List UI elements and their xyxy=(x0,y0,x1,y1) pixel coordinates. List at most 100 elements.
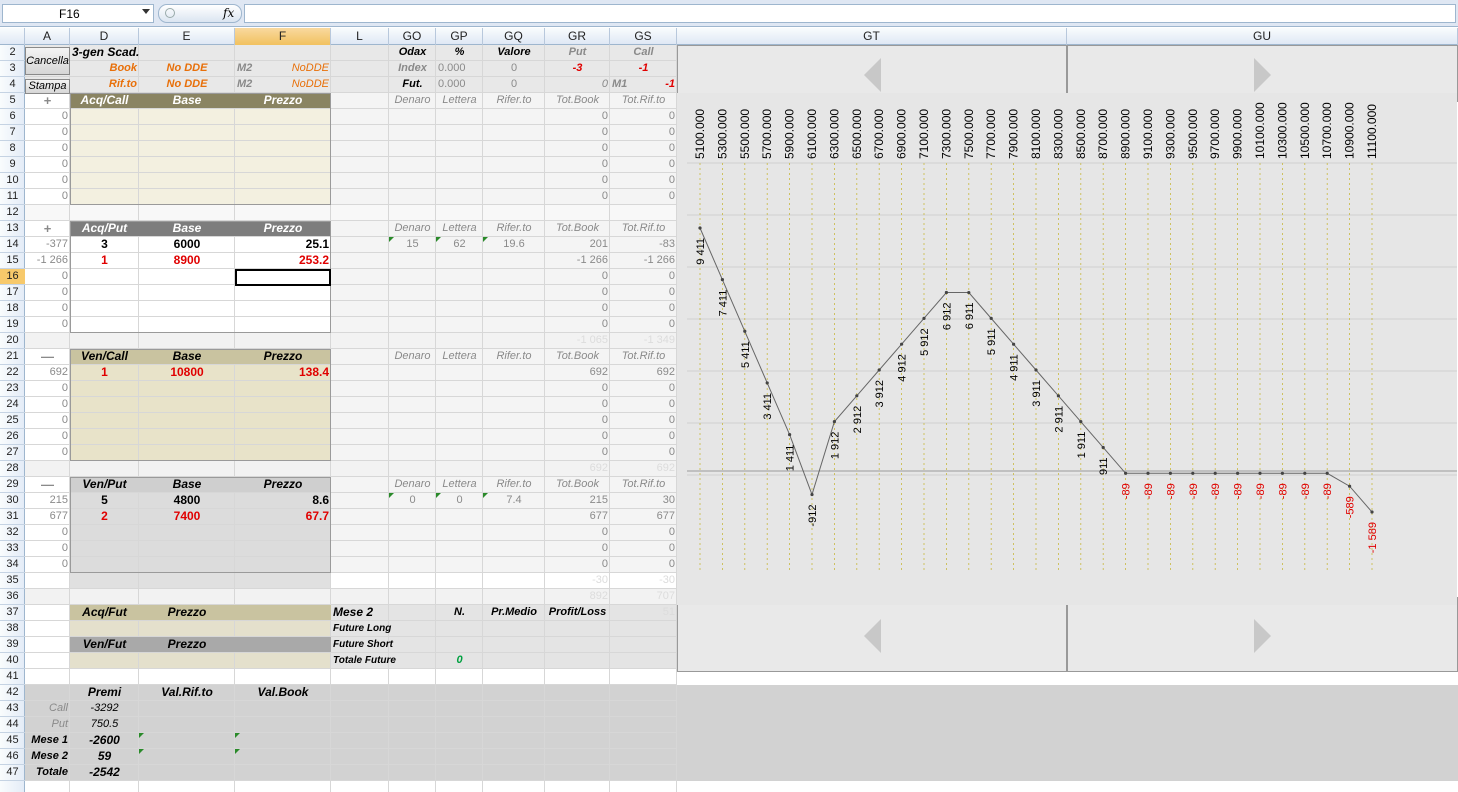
prezzo-value: 138.4 xyxy=(298,365,329,379)
totrif-value: 692 xyxy=(656,366,675,378)
row-header[interactable]: 43 xyxy=(0,701,25,717)
row-header[interactable]: 20 xyxy=(0,333,25,349)
totale-future-value: 0 xyxy=(456,654,463,666)
chart-tick-label: 10700.000 xyxy=(1320,102,1334,159)
chevron-down-icon[interactable] xyxy=(142,9,150,14)
row-header[interactable]: 40 xyxy=(0,653,25,669)
row-header[interactable]: 44 xyxy=(0,717,25,733)
row-header[interactable]: 34 xyxy=(0,557,25,573)
row-header[interactable]: 6 xyxy=(0,109,25,125)
comment-marker xyxy=(235,749,240,754)
totrif-label: Tot.Rif.to xyxy=(621,350,666,362)
chart-data-label: -89 xyxy=(1143,483,1155,499)
row-header[interactable]: 9 xyxy=(0,157,25,173)
scroll-right-button[interactable] xyxy=(1067,597,1458,672)
col-header-GP[interactable]: GP xyxy=(436,28,483,45)
row-header[interactable]: 31 xyxy=(0,509,25,525)
row-header[interactable]: 11 xyxy=(0,189,25,205)
row-header[interactable]: 8 xyxy=(0,141,25,157)
row-header[interactable]: 29 xyxy=(0,477,25,493)
summary-row-label: Mese 2 xyxy=(31,750,68,762)
section-sign-ven_call: — xyxy=(41,349,54,364)
row-header[interactable]: 18 xyxy=(0,301,25,317)
totbook-label: Tot.Book xyxy=(555,94,599,106)
row-header[interactable]: 7 xyxy=(0,125,25,141)
row-header[interactable]: 4 xyxy=(0,77,25,93)
col-header-GO[interactable]: GO xyxy=(389,28,436,45)
row-header[interactable]: 33 xyxy=(0,541,25,557)
chart-data-label: 911 xyxy=(1098,457,1110,475)
cancel-icon[interactable] xyxy=(165,8,175,18)
col-header-GU[interactable]: GU xyxy=(1067,28,1458,45)
name-box[interactable]: F16 xyxy=(2,4,154,23)
chart-point xyxy=(1056,394,1060,398)
selected-cell-F16[interactable] xyxy=(235,269,331,286)
row-header[interactable]: 5 xyxy=(0,93,25,109)
col-header-L[interactable]: L xyxy=(331,28,389,45)
totrif-value: 0 xyxy=(668,286,675,298)
row-header[interactable]: 41 xyxy=(0,669,25,685)
row-header[interactable]: 30 xyxy=(0,493,25,509)
row-header[interactable]: 22 xyxy=(0,365,25,381)
row-header[interactable]: 10 xyxy=(0,173,25,189)
row-header[interactable]: 15 xyxy=(0,253,25,269)
fx-icon[interactable]: fx xyxy=(223,6,234,20)
col-header-GT[interactable]: GT xyxy=(677,28,1067,45)
row-header[interactable]: 28 xyxy=(0,461,25,477)
chart-tick-label: 6700.000 xyxy=(872,109,886,159)
row-header[interactable]: 46 xyxy=(0,749,25,765)
row-header[interactable]: 13 xyxy=(0,221,25,237)
row-header[interactable]: 42 xyxy=(0,685,25,701)
totrif-label: Tot.Rif.to xyxy=(621,222,666,234)
denaro-value: 0 xyxy=(409,494,416,506)
row-header[interactable]: 35 xyxy=(0,573,25,589)
lettera-label: Lettera xyxy=(442,350,477,362)
row-header[interactable]: 23 xyxy=(0,381,25,397)
row-header[interactable]: 2 xyxy=(0,45,25,61)
col-header-A[interactable]: A xyxy=(25,28,70,45)
row-header[interactable]: 16 xyxy=(0,269,25,285)
pl-value: 51 xyxy=(662,606,675,618)
formula-input[interactable] xyxy=(244,4,1456,23)
row-header[interactable]: 32 xyxy=(0,525,25,541)
col-header-D[interactable]: D xyxy=(70,28,139,45)
summary-premi-value: 750.5 xyxy=(90,718,119,730)
chart-point xyxy=(1079,420,1083,424)
row-header[interactable]: 36 xyxy=(0,589,25,605)
row-header[interactable]: 26 xyxy=(0,429,25,445)
cancella-button[interactable]: Cancella xyxy=(25,47,70,75)
chart-tick-label: 11100.000 xyxy=(1365,104,1379,159)
row-header[interactable]: 47 xyxy=(0,765,25,781)
row-header[interactable]: 21 xyxy=(0,349,25,365)
profit-loss-label: Profit/Loss xyxy=(548,606,607,618)
row-header[interactable]: 25 xyxy=(0,413,25,429)
chart-point xyxy=(832,420,836,424)
row-header[interactable]: 19 xyxy=(0,317,25,333)
col-header-GS[interactable]: GS xyxy=(610,28,677,45)
chart-tick-label: 10300.000 xyxy=(1275,102,1289,159)
row-a-value: 215 xyxy=(49,494,68,506)
row-header[interactable]: 12 xyxy=(0,205,25,221)
col-header-F[interactable]: F xyxy=(235,28,331,45)
row-header[interactable]: 3 xyxy=(0,61,25,77)
spreadsheet-grid[interactable]: 3-gen Scad. Book No DDE M2 NoDDE Rif.to No DDE… xyxy=(25,45,1458,792)
row-header[interactable]: 27 xyxy=(0,445,25,461)
scroll-left-button[interactable] xyxy=(677,597,1067,672)
row-header[interactable]: 17 xyxy=(0,285,25,301)
row-header[interactable]: 38 xyxy=(0,621,25,637)
row-header[interactable]: 37 xyxy=(0,605,25,621)
col-header-E[interactable]: E xyxy=(139,28,235,45)
row-a-value: 0 xyxy=(61,526,68,538)
col-header-GQ[interactable]: GQ xyxy=(483,28,545,45)
row-header[interactable]: 45 xyxy=(0,733,25,749)
row-header[interactable]: 14 xyxy=(0,237,25,253)
stampa-button[interactable]: Stampa xyxy=(25,79,70,94)
chart-point xyxy=(698,226,702,230)
row-header[interactable]: 39 xyxy=(0,637,25,653)
col-header-GR[interactable]: GR xyxy=(545,28,610,45)
row-header[interactable]: 24 xyxy=(0,397,25,413)
chart-point xyxy=(1034,368,1038,372)
lettera-value xyxy=(436,253,483,269)
row-a-value: 0 xyxy=(61,302,68,314)
select-all-corner[interactable] xyxy=(0,28,25,45)
